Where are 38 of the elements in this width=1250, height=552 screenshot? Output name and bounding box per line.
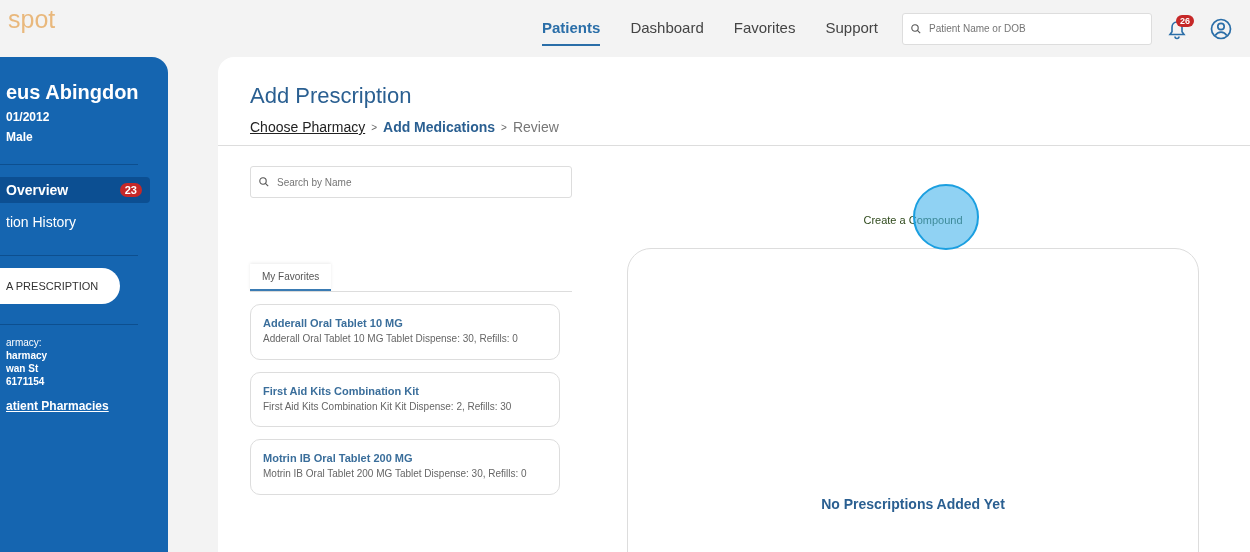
sidebar-item[interactable]: tion History	[0, 209, 150, 235]
patient-name: eus Abingdon	[6, 81, 139, 104]
pharmacy-info: armacy:	[6, 337, 43, 348]
empty-message: No Prescriptions Added Yet	[821, 496, 1005, 512]
nav-link[interactable]: Patients	[542, 11, 601, 46]
notification-badge: 26	[1176, 14, 1194, 27]
user-icon[interactable]	[1210, 17, 1232, 40]
breadcrumb-separator: >	[501, 121, 507, 133]
medication-card[interactable]: First Aid Kits Combination Kit First Aid Kits Combination Kit Kit Dispense: 2, Refills: 30	[250, 371, 560, 427]
medication-card[interactable]: Adderall Oral Tablet 10 MG Adderall Oral Tablet 10 MG Tablet Dispense: 30, Refills: 0	[250, 304, 560, 360]
medication-detail: First Aid Kits Combination Kit Kit Dispense: 2, Refills: 30	[263, 399, 513, 414]
nav-link[interactable]: Support	[825, 11, 878, 46]
pharmacy-info: harmacy	[6, 350, 49, 361]
sidebar-item[interactable]: Overview 23	[0, 177, 150, 203]
breadcrumb-step[interactable]: Choose Pharmacy	[250, 119, 366, 135]
create-compound-link[interactable]: Create a Compound	[863, 214, 963, 226]
favorites-tab[interactable]: My Favorites	[250, 264, 332, 291]
medication-detail: Motrin IB Oral Tablet 200 MG Tablet Dispense: 30, Refills: 0	[263, 467, 528, 481]
patient-sex: Male	[6, 130, 34, 144]
medication-name: Motrin IB Oral Tablet 200 MG	[263, 452, 414, 464]
nav-link[interactable]: Favorites	[733, 11, 796, 46]
pharmacy-info: wan St	[6, 363, 40, 374]
pharmacies-link[interactable]: atient Pharmacies	[6, 399, 150, 413]
medication-card[interactable]: Motrin IB Oral Tablet 200 MG Motrin IB Oral Tablet 200 MG Tablet Dispense: 30, Refills: 0	[250, 439, 560, 495]
nav-link[interactable]: Dashboard	[630, 11, 704, 46]
medication-detail: Adderall Oral Tablet 10 MG Tablet Dispense: 30, Refills: 0	[263, 332, 519, 346]
breadcrumb-separator: >	[371, 121, 377, 133]
page-title: Add Prescription	[250, 83, 413, 109]
patient-dob: 01/2012	[6, 110, 51, 124]
pharmacy-info: 6171154	[6, 376, 46, 387]
medication-name: Adderall Oral Tablet 10 MG	[263, 317, 404, 329]
prescription-button[interactable]: A PRESCRIPTION	[0, 268, 121, 304]
patient-search-field[interactable]: Patient Name or DOB	[902, 12, 1152, 45]
medication-search-field[interactable]: Search by Name	[250, 166, 572, 198]
count-badge: 23	[119, 183, 142, 197]
breadcrumb-step[interactable]: Review	[512, 119, 559, 135]
breadcrumb-step[interactable]: Add Medications	[383, 119, 496, 135]
medication-name: First Aid Kits Combination Kit	[263, 384, 421, 397]
